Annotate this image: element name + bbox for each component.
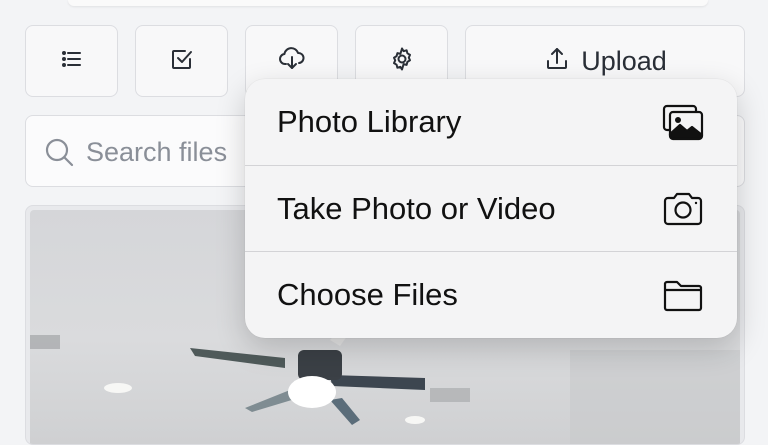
checkbox-icon <box>168 45 196 78</box>
search-placeholder: Search files <box>86 137 228 167</box>
cloud-download-icon <box>278 45 306 78</box>
upload-icon <box>543 45 571 78</box>
upload-label: Upload <box>581 45 667 76</box>
menu-item-label: Photo Library <box>277 104 462 139</box>
menu-item-label: Choose Files <box>277 276 458 312</box>
list-view-button[interactable] <box>25 25 118 97</box>
menu-item-label: Take Photo or Video <box>277 190 556 226</box>
top-panel-edge <box>68 0 708 6</box>
gear-icon <box>388 45 416 78</box>
select-button[interactable] <box>135 25 228 97</box>
camera-icon <box>661 189 705 229</box>
photo-library-icon <box>661 102 705 142</box>
menu-item-photo-library[interactable]: Photo Library <box>245 79 737 165</box>
folder-icon <box>661 275 705 315</box>
menu-item-choose-files[interactable]: Choose Files <box>245 251 737 337</box>
menu-item-take-photo[interactable]: Take Photo or Video <box>245 165 737 251</box>
list-icon <box>58 45 86 78</box>
upload-menu: Photo Library Take Photo or Video Choose… <box>245 79 737 338</box>
